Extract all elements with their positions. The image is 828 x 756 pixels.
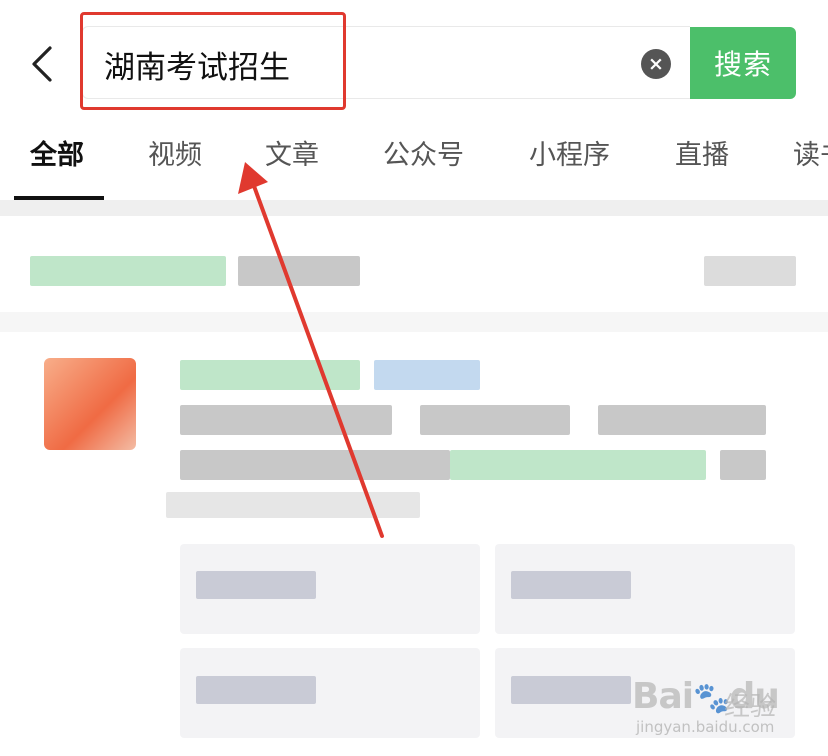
result-desc-line-1c [598, 405, 766, 435]
result-title-blurred[interactable] [180, 360, 360, 390]
tab-video[interactable]: 视频 [148, 136, 202, 176]
back-button[interactable] [24, 40, 64, 88]
result-meta-blurred [166, 492, 420, 518]
service-card-3[interactable] [180, 648, 480, 738]
section-subtitle-blurred [238, 256, 360, 286]
tab-all[interactable]: 全部 [30, 136, 84, 176]
service-card-label-blurred [196, 571, 316, 599]
section-divider [0, 312, 828, 332]
tab-reading[interactable]: 读书 [793, 136, 828, 176]
section-more-link-blurred[interactable] [704, 256, 796, 286]
search-input[interactable] [104, 40, 604, 88]
tab-official-account[interactable]: 公众号 [383, 136, 464, 176]
tab-live[interactable]: 直播 [675, 136, 729, 176]
clear-icon[interactable]: × [641, 49, 671, 79]
tab-article[interactable]: 文章 [265, 136, 319, 176]
tab-mini-program[interactable]: 小程序 [529, 136, 610, 176]
result-desc-line-2a [180, 450, 450, 480]
result-badge-blurred [374, 360, 480, 390]
watermark-url: jingyan.baidu.com [636, 718, 775, 736]
tab-divider [0, 200, 828, 216]
result-desc-line-1b [420, 405, 570, 435]
service-card-label-blurred [511, 676, 631, 704]
mini-program-logo[interactable] [44, 358, 136, 450]
service-card-1[interactable] [180, 544, 480, 634]
search-button[interactable]: 搜索 [690, 27, 796, 99]
service-card-label-blurred [196, 676, 316, 704]
section-title-blurred [30, 256, 226, 286]
chevron-left-icon [32, 46, 52, 82]
result-desc-line-2c [720, 450, 766, 480]
service-card-label-blurred [511, 571, 631, 599]
result-desc-line-2b [450, 450, 706, 480]
result-desc-line-1a [180, 405, 392, 435]
service-card-2[interactable] [495, 544, 795, 634]
